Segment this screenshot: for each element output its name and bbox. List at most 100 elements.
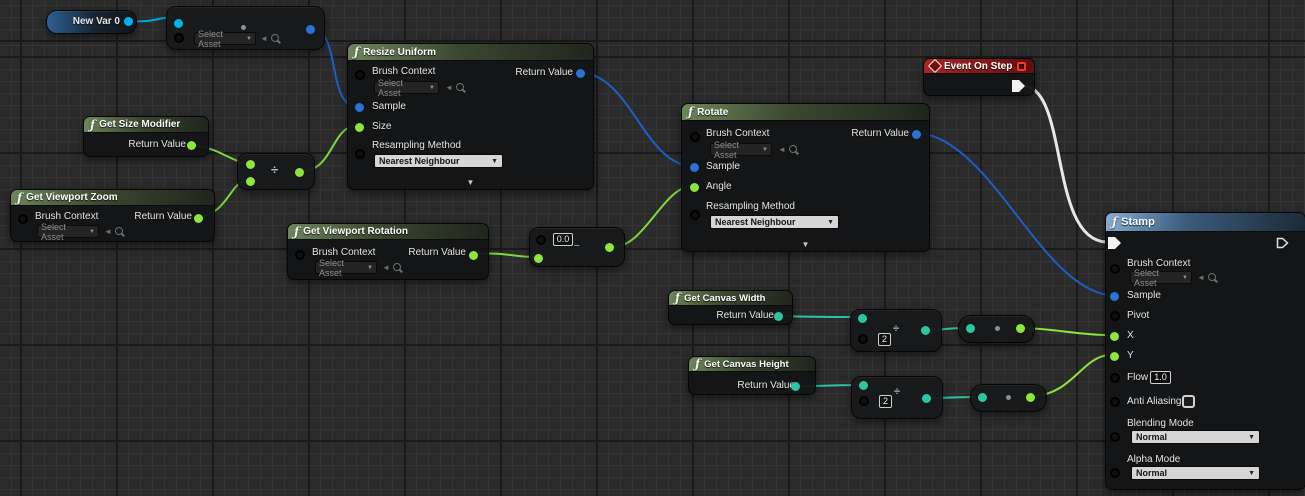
angle-pin[interactable] — [690, 183, 699, 192]
divide-input-b-pin[interactable] — [246, 177, 255, 186]
divide-input-a-pin[interactable] — [858, 314, 867, 323]
back-arrow-icon[interactable]: ◄ — [445, 84, 453, 92]
subtract-default-value[interactable]: 0.0 — [553, 233, 573, 246]
sample-pin[interactable] — [355, 103, 364, 112]
return-value-pin[interactable] — [187, 141, 196, 150]
flow-value[interactable]: 1.0 — [1150, 371, 1171, 384]
brush-context-pin[interactable] — [690, 132, 700, 142]
x-pin[interactable] — [1110, 332, 1119, 341]
node-divide[interactable]: ÷ — [237, 153, 315, 190]
alpha-mode-pin[interactable] — [1110, 468, 1120, 478]
node-divide-width[interactable]: 2 ÷ — [850, 309, 942, 352]
node-stamp[interactable]: ƒ Stamp Brush Context Select Asset ▼ ◄ Sa… — [1105, 212, 1305, 490]
wire-multiplywidth-to-stamp-x — [1023, 327, 1109, 336]
size-pin[interactable] — [355, 123, 364, 132]
return-value-pin[interactable] — [469, 251, 478, 260]
node-get-size-modifier[interactable]: ƒ Get Size Modifier Return Value — [83, 116, 209, 157]
alpha-mode-dropdown[interactable]: Normal ▼ — [1131, 466, 1260, 480]
anti-aliasing-pin[interactable] — [1110, 397, 1120, 407]
brush-context-pin[interactable] — [295, 250, 305, 260]
search-icon[interactable] — [789, 145, 797, 153]
asset-picker-input-pin[interactable] — [174, 19, 183, 28]
divide-input-b-pin[interactable] — [859, 396, 869, 406]
node-asset-picker[interactable]: Select Asset ▼ ◄ — [166, 6, 325, 50]
new-var-output-pin[interactable] — [124, 17, 133, 26]
node-get-viewport-rotation[interactable]: ƒ Get Viewport Rotation Brush Context Re… — [287, 223, 489, 280]
pivot-pin[interactable] — [1110, 311, 1120, 321]
node-get-canvas-height[interactable]: ƒ Get Canvas Height Return Value — [688, 356, 816, 395]
brush-context-pin[interactable] — [18, 214, 28, 224]
back-arrow-icon[interactable]: ◄ — [260, 35, 268, 43]
subtract-output-pin[interactable] — [605, 243, 614, 252]
search-icon[interactable] — [271, 34, 279, 42]
divide-default-value[interactable]: 2 — [879, 395, 892, 408]
collapse-arrow-icon[interactable]: ▼ — [467, 179, 475, 187]
collapse-arrow-icon[interactable]: ▼ — [802, 241, 810, 249]
multiply-operator-dot — [1006, 395, 1011, 400]
return-value-pin[interactable] — [576, 69, 585, 78]
search-icon[interactable] — [456, 83, 464, 91]
resampling-method-dropdown[interactable]: Nearest Neighbour ▼ — [374, 154, 503, 168]
blending-mode-pin[interactable] — [1110, 432, 1120, 442]
select-asset-dropdown[interactable]: Select Asset ▼ — [194, 29, 256, 49]
node-event-on-step[interactable]: Event On Step — [923, 58, 1035, 96]
resampling-method-pin[interactable] — [355, 149, 365, 159]
back-arrow-icon[interactable]: ◄ — [104, 228, 112, 236]
divide-output-pin[interactable] — [295, 168, 304, 177]
exec-output-pin[interactable] — [1012, 80, 1025, 92]
wire-multiplyheight-to-stamp-y — [1034, 354, 1109, 397]
node-divide-height[interactable]: 2 ÷ — [851, 376, 943, 419]
brush-context-pin[interactable] — [1110, 264, 1120, 274]
search-icon[interactable] — [115, 227, 123, 235]
divide-input-a-pin[interactable] — [859, 381, 868, 390]
select-asset-dropdown[interactable]: Select Asset ▼ — [1130, 268, 1192, 288]
back-arrow-icon[interactable]: ◄ — [1197, 274, 1205, 282]
blending-mode-dropdown[interactable]: Normal ▼ — [1131, 430, 1260, 444]
multiply-output-pin[interactable] — [1026, 393, 1035, 402]
divide-input-b-pin[interactable] — [858, 334, 868, 344]
divide-default-value[interactable]: 2 — [878, 333, 891, 346]
asset-picker-output-pin[interactable] — [306, 25, 315, 34]
node-multiply-width[interactable] — [958, 315, 1035, 343]
select-asset-dropdown[interactable]: Select Asset ▼ — [710, 140, 772, 160]
divide-operator: ÷ — [894, 386, 901, 398]
back-arrow-icon[interactable]: ◄ — [778, 146, 786, 154]
back-arrow-icon[interactable]: ◄ — [382, 264, 390, 272]
multiply-input-pin[interactable] — [978, 393, 987, 402]
node-multiply-height[interactable] — [970, 384, 1047, 412]
select-asset-dropdown[interactable]: Select Asset ▼ — [374, 78, 439, 98]
brush-context-pin[interactable] — [355, 70, 365, 80]
node-new-var-0[interactable]: New Var 0 — [46, 10, 137, 34]
resampling-method-pin[interactable] — [690, 210, 700, 220]
resampling-method-dropdown[interactable]: Nearest Neighbour ▼ — [710, 215, 839, 229]
node-get-viewport-zoom[interactable]: ƒ Get Viewport Zoom Brush Context Return… — [10, 189, 215, 242]
sample-pin[interactable] — [690, 163, 699, 172]
exec-input-pin[interactable] — [1108, 237, 1121, 249]
multiply-output-pin[interactable] — [1016, 324, 1025, 333]
node-rotate[interactable]: ƒ Rotate Brush Context Select Asset ▼ ◄ R… — [681, 103, 930, 252]
return-value-pin[interactable] — [194, 214, 203, 223]
divide-input-a-pin[interactable] — [246, 160, 255, 169]
divide-output-pin[interactable] — [921, 326, 930, 335]
node-subtract[interactable]: 0.0 – — [529, 227, 625, 267]
node-resize-uniform[interactable]: ƒ Resize Uniform Brush Context Select As… — [347, 43, 594, 190]
divide-output-pin[interactable] — [922, 394, 931, 403]
flow-pin[interactable] — [1110, 373, 1120, 383]
subtract-input-a-pin[interactable] — [536, 235, 546, 245]
return-value-pin[interactable] — [791, 382, 800, 391]
search-icon[interactable] — [1208, 273, 1216, 281]
y-pin[interactable] — [1110, 352, 1119, 361]
node-get-canvas-width[interactable]: ƒ Get Canvas Width Return Value — [668, 290, 793, 325]
return-value-pin[interactable] — [774, 312, 783, 321]
subtract-input-b-pin[interactable] — [534, 254, 543, 263]
return-value-pin[interactable] — [912, 130, 921, 139]
asset-picker-context-pin[interactable] — [174, 33, 184, 43]
select-asset-dropdown[interactable]: Select Asset ▼ — [315, 258, 377, 278]
graph-canvas[interactable]: New Var 0 Select Asset ▼ ◄ ƒ Resize Unifo… — [0, 0, 1305, 496]
anti-aliasing-checkbox[interactable] — [1182, 395, 1195, 408]
select-asset-dropdown[interactable]: Select Asset ▼ — [37, 222, 99, 242]
search-icon[interactable] — [393, 263, 401, 271]
multiply-input-pin[interactable] — [966, 324, 975, 333]
exec-output-pin[interactable] — [1276, 237, 1289, 249]
sample-pin[interactable] — [1110, 292, 1119, 301]
